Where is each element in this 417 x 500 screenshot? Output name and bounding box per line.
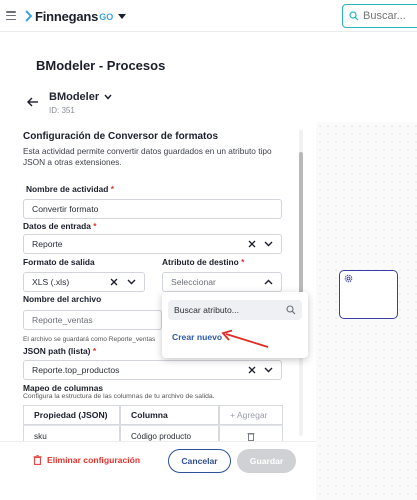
select-value: XLS (.xls) — [32, 277, 70, 287]
column-header-property: Propiedad (JSON) — [23, 405, 120, 425]
select-placeholder: Seleccionar — [171, 277, 216, 287]
save-button[interactable]: Guardar — [237, 449, 296, 473]
add-row-button[interactable]: + Agregar — [219, 405, 283, 425]
process-name: BModeler — [49, 91, 100, 103]
search-icon — [286, 305, 296, 315]
section-description: Esta actividad permite convertir datos g… — [23, 146, 272, 167]
chevron-down-icon — [104, 94, 112, 100]
attribute-search-input[interactable]: Buscar atributo... — [168, 300, 302, 320]
label-text: JSON path (lista) — [23, 346, 91, 356]
required-mark: * — [110, 184, 114, 194]
label-text: Datos de entrada — [23, 221, 91, 231]
search-input[interactable] — [363, 10, 417, 22]
trash-icon[interactable] — [247, 432, 255, 441]
select-value: Reporte — [32, 239, 63, 249]
dest-attr-label: Atributo de destino * — [162, 257, 244, 267]
process-selector[interactable]: BModeler — [49, 91, 112, 103]
label-text: Nombre de actividad — [26, 184, 109, 194]
json-path-select[interactable]: Reporte.top_productos — [23, 360, 282, 380]
chevron-down-icon[interactable] — [264, 367, 273, 373]
search-placeholder: Buscar atributo... — [174, 305, 239, 315]
field-value: Reporte_ventas — [32, 315, 93, 325]
json-path-label: JSON path (lista) * — [23, 346, 96, 356]
cancel-button[interactable]: Cancelar — [168, 449, 231, 473]
activity-name-field[interactable]: Convertir formato — [23, 199, 282, 219]
mapping-title: Mapeo de columnas — [23, 383, 104, 393]
clear-icon[interactable] — [248, 240, 256, 248]
chevron-down-icon[interactable] — [127, 279, 136, 285]
global-search[interactable] — [342, 4, 417, 28]
clear-icon[interactable] — [248, 366, 256, 374]
process-id: ID: 351 — [49, 106, 75, 115]
file-name-field[interactable]: Reporte_ventas — [23, 310, 162, 330]
search-icon — [349, 11, 359, 21]
page-title: BModeler - Procesos — [36, 58, 166, 73]
brand-name: Finnegans — [35, 8, 99, 24]
mapping-description: Configura la estructura de las columnas … — [23, 393, 215, 400]
back-arrow-icon[interactable] — [27, 96, 39, 108]
logo-mark-icon — [25, 10, 33, 22]
process-node[interactable] — [339, 270, 398, 319]
required-mark: * — [241, 257, 245, 267]
trash-icon — [33, 455, 42, 465]
activity-name-label: Nombre de actividad * — [26, 184, 114, 194]
input-data-label: Datos de entrada * — [23, 221, 97, 231]
top-bar: Finnegans GO — [0, 0, 417, 32]
delete-label: Eliminar configuración — [47, 455, 141, 465]
menu-icon[interactable] — [6, 11, 16, 21]
label-text: Atributo de destino — [162, 257, 239, 267]
table-header-row: Propiedad (JSON) Columna + Agregar — [23, 405, 283, 426]
required-mark: * — [93, 221, 97, 231]
chevron-up-icon[interactable] — [264, 279, 273, 285]
annotation-arrow-icon — [221, 329, 269, 348]
select-value: Reporte.top_productos — [32, 365, 120, 375]
brand-suffix: GO — [99, 12, 114, 22]
file-name-note: El archivo se guardará como Reporte_vent… — [23, 336, 156, 343]
column-header-column: Columna — [120, 405, 219, 425]
delete-configuration-button[interactable]: Eliminar configuración — [33, 455, 140, 465]
chevron-down-icon[interactable] — [264, 241, 273, 247]
output-format-label: Formato de salida — [23, 257, 95, 267]
required-mark: * — [92, 346, 97, 356]
panel-scrollbar[interactable] — [299, 130, 303, 436]
field-value: Convertir formato — [32, 204, 99, 214]
clear-icon[interactable] — [110, 278, 118, 286]
gear-icon — [344, 274, 353, 283]
section-title: Configuración de Conversor de formatos — [23, 131, 219, 142]
file-name-label: Nombre del archivo — [23, 294, 102, 304]
brand-logo[interactable]: Finnegans GO — [25, 8, 127, 24]
create-new-option[interactable]: Crear nuevo — [172, 332, 222, 342]
input-data-select[interactable]: Reporte — [23, 234, 282, 254]
chevron-down-icon[interactable] — [118, 13, 127, 19]
